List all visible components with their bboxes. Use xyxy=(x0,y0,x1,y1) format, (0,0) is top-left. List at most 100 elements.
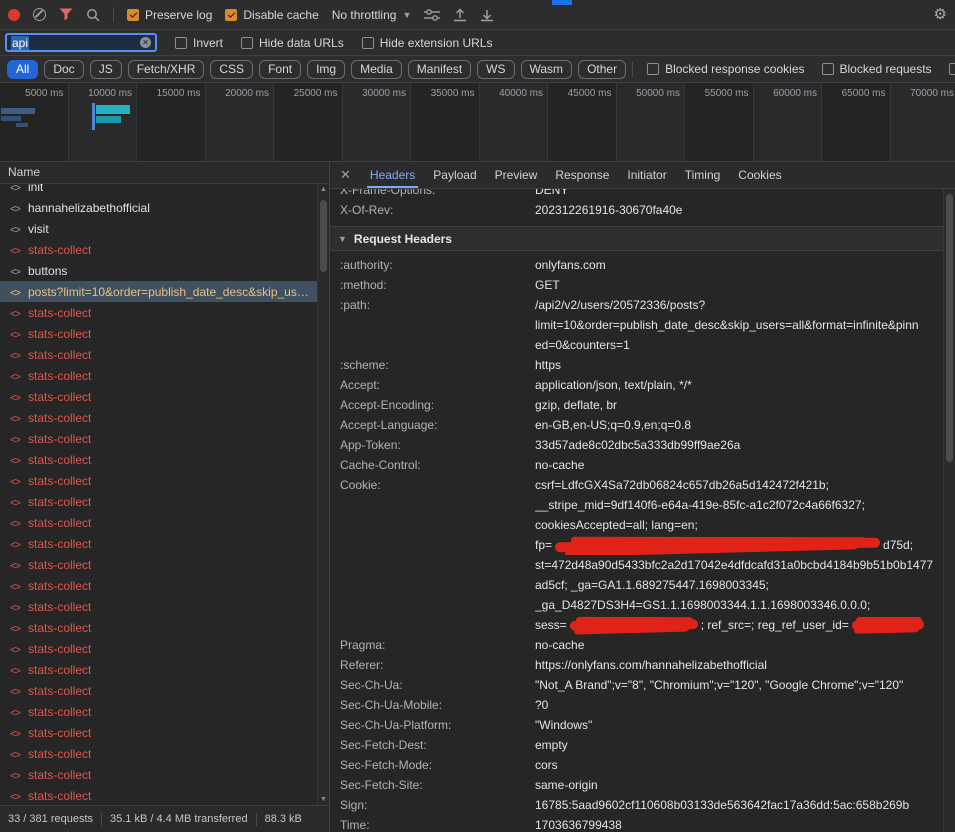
script-file-icon xyxy=(8,285,22,299)
request-headers-section[interactable]: ▼ Request Headers xyxy=(330,226,955,251)
request-row[interactable]: stats-collect xyxy=(0,302,329,323)
request-row[interactable]: stats-collect xyxy=(0,680,329,701)
request-row[interactable]: stats-collect xyxy=(0,344,329,365)
filter-toggle-icon[interactable] xyxy=(59,8,73,21)
type-filter-media[interactable]: Media xyxy=(351,60,402,79)
blocked-requests-checkbox[interactable]: Blocked requests xyxy=(822,62,932,76)
highlight-strip xyxy=(552,0,572,5)
scroll-up-icon[interactable]: ▲ xyxy=(318,186,329,193)
request-row[interactable]: stats-collect xyxy=(0,743,329,764)
request-list-scrollbar[interactable]: ▲ ▼ xyxy=(317,184,329,805)
header-row: Sec-Ch-Ua-Mobile:?0 xyxy=(340,695,955,715)
blocked-response-cookies-checkbox[interactable]: Blocked response cookies xyxy=(647,62,804,76)
request-row[interactable]: stats-collect xyxy=(0,785,329,805)
scroll-down-icon[interactable]: ▼ xyxy=(318,796,329,803)
request-name: stats-collect xyxy=(28,516,91,530)
export-har-icon[interactable] xyxy=(480,8,494,22)
script-file-icon xyxy=(8,327,22,341)
request-row[interactable]: stats-collect xyxy=(0,449,329,470)
tab-cookies[interactable]: Cookies xyxy=(729,162,790,188)
tab-timing[interactable]: Timing xyxy=(676,162,730,188)
type-filter-manifest[interactable]: Manifest xyxy=(408,60,471,79)
header-value: https://onlyfans.com/hannahelizabethoffi… xyxy=(535,655,955,675)
tab-initiator[interactable]: Initiator xyxy=(618,162,675,188)
request-row[interactable]: stats-collect xyxy=(0,722,329,743)
timeline-overview[interactable]: 5000 ms10000 ms15000 ms20000 ms25000 ms3… xyxy=(0,83,955,162)
type-filter-font[interactable]: Font xyxy=(259,60,301,79)
request-name: posts?limit=10&order=publish_date_desc&s… xyxy=(28,285,315,299)
request-row[interactable]: stats-collect xyxy=(0,428,329,449)
type-filter-js[interactable]: JS xyxy=(90,60,122,79)
scrollbar-thumb[interactable] xyxy=(320,200,327,272)
header-value: https xyxy=(535,355,955,375)
tab-payload[interactable]: Payload xyxy=(424,162,485,188)
request-row[interactable]: stats-collect xyxy=(0,386,329,407)
search-icon[interactable] xyxy=(86,8,100,22)
hide-data-urls-checkbox[interactable]: Hide data URLs xyxy=(241,36,344,50)
detail-scrollbar[interactable] xyxy=(943,189,955,832)
type-filter-all[interactable]: All xyxy=(7,60,38,79)
request-row[interactable]: stats-collect xyxy=(0,491,329,512)
record-button[interactable] xyxy=(8,9,20,21)
3rd-party-requests-checkbox[interactable]: 3rd-party requests xyxy=(949,62,955,76)
tab-headers[interactable]: Headers xyxy=(361,162,424,188)
request-row[interactable]: stats-collect xyxy=(0,638,329,659)
checkbox-checked xyxy=(225,9,237,21)
request-row[interactable]: stats-collect xyxy=(0,617,329,638)
type-filter-fetch-xhr[interactable]: Fetch/XHR xyxy=(128,60,205,79)
request-row[interactable]: buttons xyxy=(0,260,329,281)
type-filter-ws[interactable]: WS xyxy=(477,60,514,79)
header-row: Sign:16785:5aad9602cf110608b03133de56364… xyxy=(340,795,955,815)
tab-response[interactable]: Response xyxy=(546,162,618,188)
request-row[interactable]: hannahelizabethofficial xyxy=(0,197,329,218)
throttling-select[interactable]: No throttling ▼ xyxy=(332,8,412,22)
tab-preview[interactable]: Preview xyxy=(486,162,547,188)
request-row[interactable]: stats-collect xyxy=(0,239,329,260)
header-name: Time: xyxy=(340,815,535,832)
name-column-header[interactable]: Name xyxy=(0,162,329,184)
header-row: Cache-Control:no-cache xyxy=(340,455,955,475)
type-filter-img[interactable]: Img xyxy=(307,60,345,79)
clear-filter-icon[interactable]: ✕ xyxy=(140,37,151,48)
network-conditions-icon[interactable] xyxy=(424,8,440,22)
close-icon[interactable]: ✕ xyxy=(340,167,351,183)
request-list-pane: Name inithannahelizabethofficialvisitsta… xyxy=(0,162,330,832)
header-value: gzip, deflate, br xyxy=(535,395,955,415)
settings-gear-icon[interactable]: ⚙ xyxy=(934,7,947,22)
request-row[interactable]: stats-collect xyxy=(0,659,329,680)
header-row: Sec-Ch-Ua:"Not_A Brand";v="8", "Chromium… xyxy=(340,675,955,695)
script-file-icon xyxy=(8,621,22,635)
clear-network-log-button[interactable] xyxy=(33,8,46,21)
request-row[interactable]: stats-collect xyxy=(0,365,329,386)
request-name: stats-collect xyxy=(28,600,91,614)
request-row[interactable]: init xyxy=(0,184,329,197)
request-row[interactable]: stats-collect xyxy=(0,575,329,596)
request-row[interactable]: stats-collect xyxy=(0,470,329,491)
type-filter-other[interactable]: Other xyxy=(578,60,626,79)
request-row[interactable]: stats-collect xyxy=(0,764,329,785)
request-row[interactable]: stats-collect xyxy=(0,533,329,554)
request-row[interactable]: stats-collect xyxy=(0,323,329,344)
detail-tabbar: ✕ HeadersPayloadPreviewResponseInitiator… xyxy=(330,162,955,189)
invert-checkbox[interactable]: Invert xyxy=(175,36,223,50)
import-har-icon[interactable] xyxy=(453,8,467,22)
type-filter-doc[interactable]: Doc xyxy=(44,60,83,79)
request-name: stats-collect xyxy=(28,789,91,803)
request-row[interactable]: stats-collect xyxy=(0,554,329,575)
request-row[interactable]: posts?limit=10&order=publish_date_desc&s… xyxy=(0,281,329,302)
throttling-value: No throttling xyxy=(332,8,397,22)
request-row[interactable]: stats-collect xyxy=(0,407,329,428)
request-row[interactable]: visit xyxy=(0,218,329,239)
preserve-log-checkbox[interactable]: Preserve log xyxy=(127,8,212,22)
script-file-icon xyxy=(8,243,22,257)
header-value: no-cache xyxy=(535,455,955,475)
scrollbar-thumb[interactable] xyxy=(946,194,953,462)
request-row[interactable]: stats-collect xyxy=(0,512,329,533)
disable-cache-checkbox[interactable]: Disable cache xyxy=(225,8,318,22)
request-row[interactable]: stats-collect xyxy=(0,596,329,617)
filter-input[interactable]: api ✕ xyxy=(5,33,157,52)
hide-extension-urls-checkbox[interactable]: Hide extension URLs xyxy=(362,36,493,50)
type-filter-css[interactable]: CSS xyxy=(210,60,253,79)
request-row[interactable]: stats-collect xyxy=(0,701,329,722)
type-filter-wasm[interactable]: Wasm xyxy=(521,60,573,79)
